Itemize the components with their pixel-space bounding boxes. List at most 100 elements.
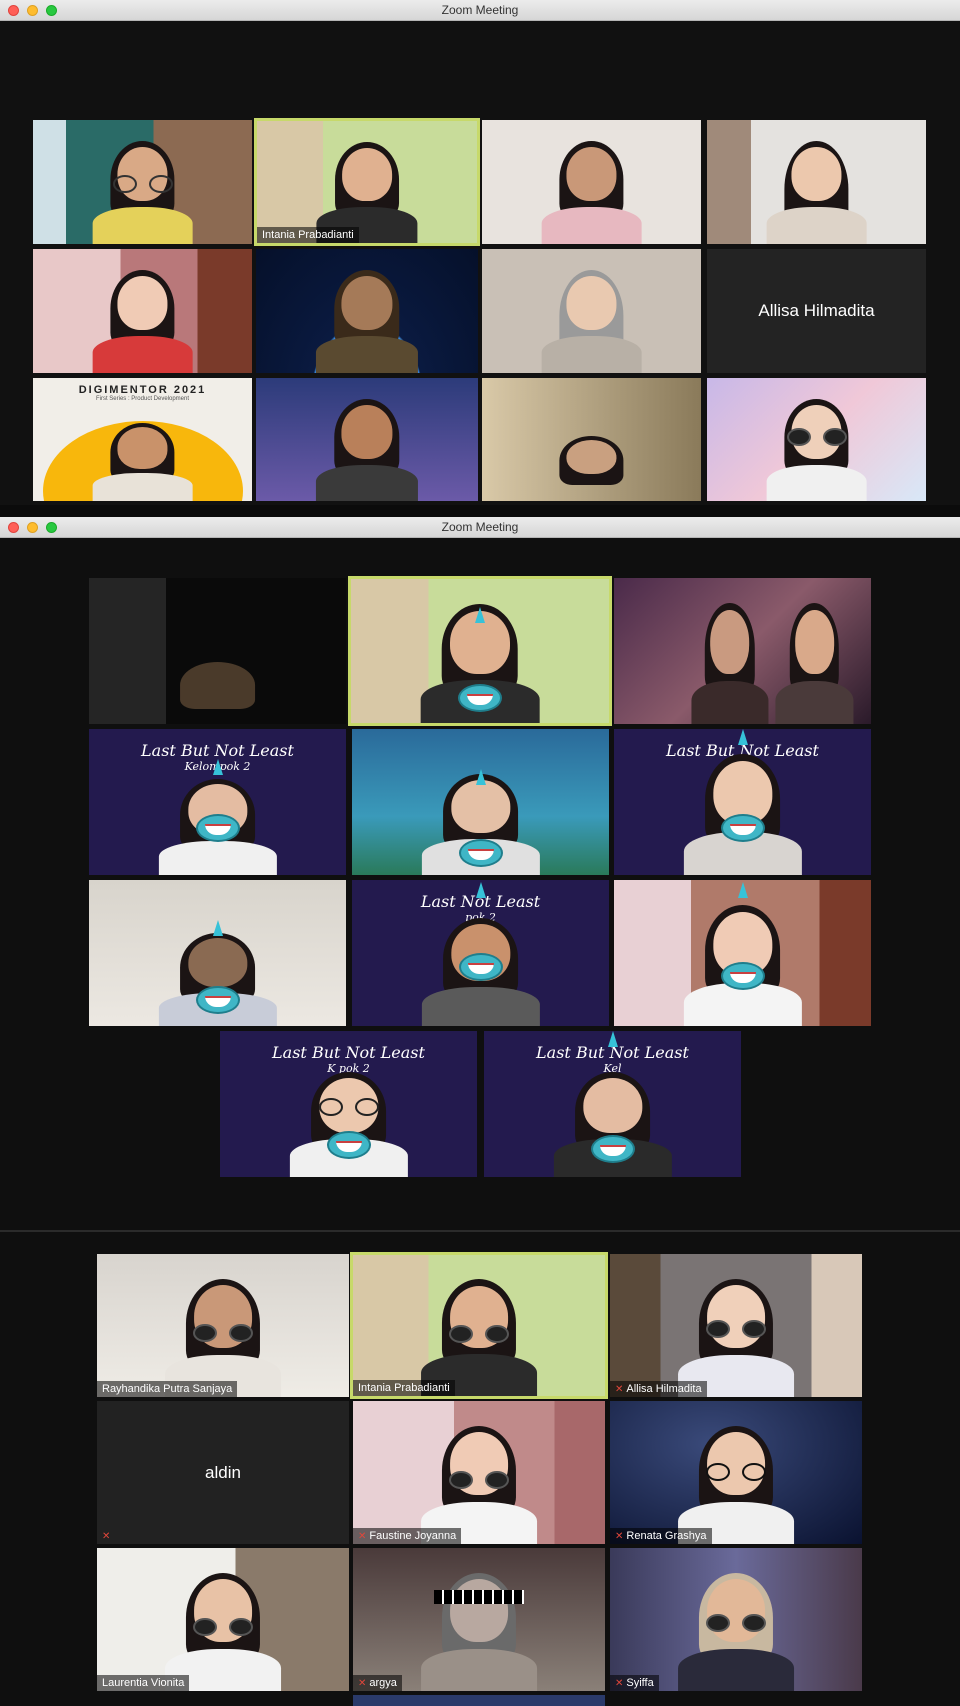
sunglasses-icon bbox=[706, 1614, 766, 1632]
participant-name: Intania Prabadianti bbox=[353, 1380, 455, 1396]
sunglasses-icon bbox=[449, 1471, 509, 1489]
video-tile[interactable] bbox=[482, 249, 701, 373]
horn-filter-icon bbox=[607, 1031, 618, 1047]
video-tile[interactable] bbox=[33, 249, 252, 373]
video-tile[interactable] bbox=[707, 120, 926, 244]
glasses-icon bbox=[786, 428, 847, 446]
banner-title: Last But Not Least bbox=[141, 740, 294, 760]
participant-name: aldin bbox=[205, 1462, 241, 1482]
video-tile[interactable] bbox=[256, 378, 478, 501]
sunglasses-icon bbox=[193, 1324, 253, 1342]
video-tile-active-speaker[interactable]: Intania Prabadianti bbox=[254, 118, 480, 246]
video-tile[interactable] bbox=[33, 120, 252, 244]
participant-video bbox=[315, 270, 419, 373]
video-tile[interactable] bbox=[353, 1695, 605, 1706]
video-tile[interactable] bbox=[482, 378, 701, 501]
video-tile[interactable] bbox=[707, 378, 926, 501]
shark-mouth-filter-icon bbox=[720, 962, 765, 990]
window-title: Zoom Meeting bbox=[441, 520, 519, 534]
mic-status: ✕ bbox=[97, 1528, 118, 1544]
video-tile[interactable] bbox=[256, 249, 478, 373]
participant-video bbox=[766, 399, 867, 501]
participant-name: Laurentia Vionita bbox=[97, 1675, 190, 1691]
participant-name: ✕ Syiffa bbox=[610, 1675, 659, 1691]
video-tile[interactable]: Last But Not Least Kelompok 2 bbox=[89, 729, 346, 875]
horn-filter-icon bbox=[212, 920, 223, 936]
mic-muted-icon: ✕ bbox=[102, 1531, 111, 1542]
video-tile[interactable] bbox=[89, 880, 346, 1026]
participant-video bbox=[678, 1572, 794, 1691]
video-tile-camera-off[interactable]: aldin ✕ bbox=[97, 1401, 349, 1544]
event-subtitle: First Series : Product Development bbox=[95, 396, 190, 402]
participant-name-text: Syiffa bbox=[626, 1677, 654, 1689]
shark-mouth-filter-icon bbox=[720, 814, 765, 842]
mic-muted-icon: ✕ bbox=[615, 1678, 624, 1689]
participant-name-text: Allisa Hilmadita bbox=[626, 1383, 702, 1395]
video-tile[interactable] bbox=[89, 578, 346, 724]
sunglasses-icon bbox=[706, 1320, 766, 1338]
video-tile[interactable]: DIGIMENTOR 2021 First Series : Product De… bbox=[33, 378, 252, 501]
participant-video bbox=[541, 435, 642, 502]
participant-video bbox=[315, 399, 419, 501]
video-tile[interactable]: ✕ Syiffa bbox=[610, 1548, 862, 1691]
zoom-window-1: Zoom Meeting Intania Prabadianti Allisa … bbox=[0, 0, 960, 505]
title-bar: Zoom Meeting bbox=[0, 0, 960, 21]
participant-name-text: Renata Grashya bbox=[626, 1530, 707, 1542]
participant-video bbox=[766, 141, 867, 244]
title-bar: Zoom Meeting bbox=[0, 517, 960, 538]
horn-filter-icon bbox=[737, 729, 748, 745]
participant-name: ✕ Faustine Joyanna bbox=[353, 1528, 462, 1544]
virtual-background-text: Last But Not Least K pok 2 bbox=[220, 1043, 477, 1075]
shark-mouth-filter-icon bbox=[195, 986, 240, 1014]
sunglasses-icon bbox=[193, 1618, 253, 1636]
participant-name: ✕ Allisa Hilmadita bbox=[610, 1381, 707, 1397]
shark-mouth-filter-icon bbox=[458, 839, 503, 867]
shark-mouth-filter-icon bbox=[458, 953, 503, 981]
video-tile-camera-off[interactable]: Allisa Hilmadita bbox=[707, 249, 926, 373]
video-tile[interactable]: Rayhandika Putra Sanjaya bbox=[97, 1254, 349, 1397]
video-tile[interactable]: Last Not Least pok 2 bbox=[352, 880, 609, 1026]
participant-video bbox=[92, 141, 193, 244]
divider bbox=[0, 1230, 960, 1232]
horn-filter-icon bbox=[475, 607, 485, 623]
video-tile[interactable] bbox=[482, 120, 701, 244]
video-tile[interactable]: Laurentia Vionita bbox=[97, 1548, 349, 1691]
zoom-window-2: Zoom Meeting Last But Not Least Kelompok … bbox=[0, 517, 960, 1706]
shark-mouth-filter-icon bbox=[590, 1135, 635, 1163]
glasses-icon bbox=[706, 1463, 766, 1481]
video-tile[interactable]: ✕ argya bbox=[353, 1548, 605, 1691]
participant-name: Allisa Hilmadita bbox=[758, 301, 875, 320]
participant-video bbox=[289, 1071, 408, 1177]
video-tile[interactable]: Last But Not LeastKel bbox=[614, 729, 871, 875]
window-title: Zoom Meeting bbox=[441, 3, 519, 17]
participant-name-text: Faustine Joyanna bbox=[369, 1530, 457, 1542]
video-tile[interactable] bbox=[614, 880, 871, 1026]
video-tile-active-speaker[interactable]: Intania Prabadianti bbox=[350, 1252, 608, 1399]
pixel-sunglasses-icon bbox=[434, 1590, 524, 1604]
banner-title: Last But Not Least bbox=[272, 1042, 425, 1062]
participant-video bbox=[775, 603, 853, 724]
video-tile[interactable]: ✕ Renata Grashya bbox=[610, 1401, 862, 1544]
video-tile[interactable] bbox=[352, 729, 609, 875]
video-tile[interactable]: Last But Not Least K pok 2 bbox=[220, 1031, 477, 1177]
video-tile[interactable]: Last But Not LeastKel bbox=[484, 1031, 741, 1177]
participant-video bbox=[541, 141, 642, 244]
participant-name: ✕ argya bbox=[353, 1675, 402, 1691]
mic-muted-icon: ✕ bbox=[615, 1531, 624, 1542]
video-tile[interactable]: ✕ Allisa Hilmadita bbox=[610, 1254, 862, 1397]
participant-name: ✕ Renata Grashya bbox=[610, 1528, 712, 1544]
participant-name: Rayhandika Putra Sanjaya bbox=[97, 1381, 238, 1397]
horn-filter-icon bbox=[212, 759, 223, 775]
shark-mouth-filter-icon bbox=[458, 684, 502, 712]
video-tile[interactable]: ✕ Faustine Joyanna bbox=[353, 1401, 605, 1544]
virtual-background-text: Last But Not LeastKel bbox=[484, 1043, 741, 1075]
video-tile-active-speaker[interactable] bbox=[348, 576, 612, 726]
participant-name-text: argya bbox=[369, 1677, 397, 1689]
shark-mouth-filter-icon bbox=[195, 814, 240, 842]
video-tile[interactable] bbox=[614, 578, 871, 724]
horn-filter-icon bbox=[737, 882, 748, 898]
participant-video bbox=[92, 270, 193, 373]
horn-filter-icon bbox=[475, 882, 486, 898]
event-banner: DIGIMENTOR 2021 First Series : Product De… bbox=[33, 384, 252, 402]
event-title: DIGIMENTOR 2021 bbox=[78, 384, 207, 396]
